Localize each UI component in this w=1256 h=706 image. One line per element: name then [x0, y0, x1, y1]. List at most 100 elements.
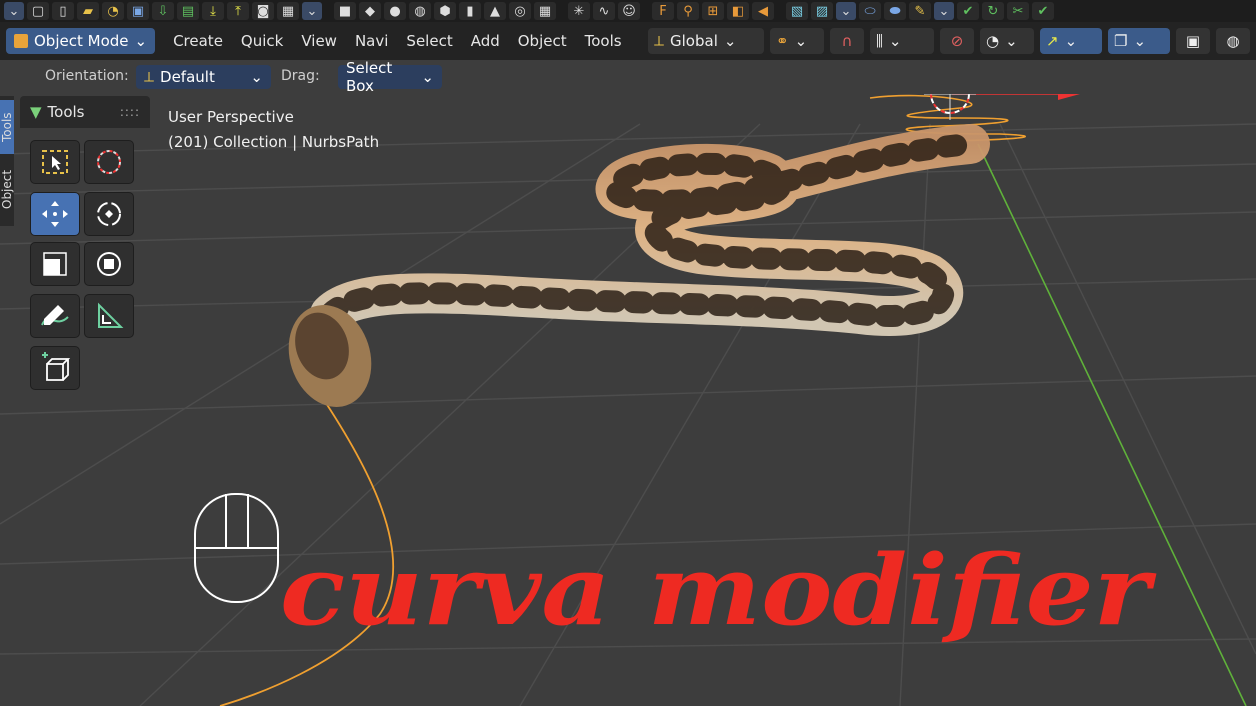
tool-annotate[interactable] — [30, 294, 80, 338]
tools-panel-header[interactable]: ▼ Tools :::: — [20, 96, 150, 128]
orientation-value: Default — [160, 68, 215, 86]
menu-quick[interactable]: Quick — [241, 32, 283, 50]
reference-image-icon[interactable]: ▨ — [811, 2, 833, 20]
import-icon[interactable]: ⤓ — [202, 2, 224, 20]
chevron-down-icon: ⌄ — [421, 68, 434, 86]
folder-icon[interactable]: ▰ — [77, 2, 99, 20]
ico-sphere-icon[interactable]: ⬢ — [434, 2, 456, 20]
snap-target-dropdown[interactable]: ⫼ ⌄ — [870, 28, 934, 54]
menu-navi[interactable]: Navi — [355, 32, 388, 50]
tab-object[interactable]: Object — [0, 160, 14, 218]
cylinder-icon[interactable]: ▮ — [459, 2, 481, 20]
scissors-icon[interactable]: ✂ — [1007, 2, 1029, 20]
cube-icon — [14, 34, 28, 48]
plane-icon[interactable]: ■ — [334, 2, 356, 20]
tool-transform[interactable] — [84, 242, 134, 286]
curve-icon[interactable]: ∿ — [593, 2, 615, 20]
dropdown-icon[interactable]: ⌄ — [302, 2, 322, 20]
tool-settings-bar: Orientation: ⟂ Default ⌄ Drag: Select Bo… — [0, 59, 1256, 95]
file-icon[interactable]: ▯ — [52, 2, 74, 20]
grid-icon[interactable]: ▦ — [534, 2, 556, 20]
pivot-point-dropdown[interactable]: ⚭ ⌄ — [770, 28, 824, 54]
lattice-icon[interactable]: ⊞ — [702, 2, 724, 20]
scale-icon — [43, 252, 67, 276]
drag-dropdown[interactable]: Select Box ⌄ — [338, 59, 442, 95]
dropdown-icon[interactable]: ⌄ — [4, 2, 24, 20]
transform-icon — [97, 252, 121, 276]
tools-panel-title: Tools — [47, 103, 85, 121]
menu-create[interactable]: Create — [173, 32, 223, 50]
chevron-down-icon: ⌄ — [794, 32, 808, 50]
transform-orientation-dropdown[interactable]: ⟂ Global ⌄ — [648, 28, 764, 54]
menu-object[interactable]: Object — [518, 32, 567, 50]
image-icon[interactable]: ▧ — [786, 2, 808, 20]
tool-measure[interactable] — [84, 294, 134, 338]
refresh-icon[interactable]: ↻ — [982, 2, 1004, 20]
cursor-icon — [97, 150, 121, 174]
wireframe-shading-button[interactable]: ◍ — [1216, 28, 1250, 54]
menu-tools[interactable]: Tools — [585, 32, 622, 50]
object-mode-dropdown[interactable]: Object Mode ⌄ — [6, 28, 156, 54]
force-field-icon[interactable]: ⬬ — [884, 2, 906, 20]
chevron-down-icon: ⌄ — [1005, 32, 1018, 50]
armature-icon[interactable]: ⚲ — [677, 2, 699, 20]
snap-icon[interactable]: ✔ — [957, 2, 979, 20]
dropdown-icon[interactable]: ⌄ — [836, 2, 856, 20]
render-animation-icon[interactable]: ▦ — [277, 2, 299, 20]
proportional-icon: ⊘ — [950, 32, 964, 50]
cone-icon[interactable]: ▲ — [484, 2, 506, 20]
text-icon[interactable]: F — [652, 2, 674, 20]
tool-rotate[interactable] — [84, 192, 134, 236]
light-probe-icon[interactable]: ⬭ — [859, 2, 881, 20]
monkey-icon[interactable]: ☺ — [618, 2, 640, 20]
tool-move[interactable] — [30, 192, 80, 236]
uv-sphere-icon[interactable]: ◍ — [409, 2, 431, 20]
export-icon[interactable]: ⤒ — [227, 2, 249, 20]
snap-toggle[interactable]: ∩ — [830, 28, 864, 54]
grip-icon[interactable]: :::: — [120, 105, 140, 119]
tab-tools[interactable]: Tools — [0, 100, 14, 154]
tool-cursor[interactable] — [84, 140, 134, 184]
chevron-down-icon: ⌄ — [1064, 32, 1078, 50]
tool-add-cube[interactable] — [30, 346, 80, 390]
save-as-icon[interactable]: ⇩ — [152, 2, 174, 20]
render-image-icon[interactable]: ◙ — [252, 2, 274, 20]
gizmo-dropdown[interactable]: ↗ ⌄ — [1040, 28, 1102, 54]
viewport-3d[interactable]: curva modifier — [0, 94, 1256, 706]
speaker-icon[interactable]: ◀ — [752, 2, 774, 20]
torus-icon[interactable]: ◎ — [509, 2, 531, 20]
drag-label: Drag: — [281, 68, 320, 84]
overlays-dropdown[interactable]: ❐ ⌄ — [1108, 28, 1170, 54]
dropdown-icon[interactable]: ⌄ — [934, 2, 954, 20]
orientation-label: Orientation: — [45, 68, 129, 84]
empty-icon[interactable]: ✳ — [568, 2, 590, 20]
new-file-icon[interactable]: ▢ — [27, 2, 49, 20]
measure-icon — [98, 302, 124, 328]
save-icon[interactable]: ▣ — [127, 2, 149, 20]
eye-icon: ◔ — [986, 32, 1000, 50]
triangle-down-icon: ▼ — [30, 103, 42, 121]
save-copy-icon[interactable]: ▤ — [177, 2, 199, 20]
brush-icon[interactable]: ✎ — [909, 2, 931, 20]
circle-icon[interactable]: ● — [384, 2, 406, 20]
apply-icon[interactable]: ✔ — [1032, 2, 1054, 20]
tool-select-box[interactable] — [30, 140, 80, 184]
menu-view[interactable]: View — [301, 32, 337, 50]
pivot-icon: ⚭ — [776, 32, 789, 50]
visibility-dropdown[interactable]: ◔ ⌄ — [980, 28, 1034, 54]
camera-icon[interactable]: ◧ — [727, 2, 749, 20]
cube-icon[interactable]: ◆ — [359, 2, 381, 20]
tool-scale[interactable] — [30, 242, 80, 286]
increment-icon: ⫼ — [876, 32, 883, 50]
menu-select[interactable]: Select — [406, 32, 452, 50]
proportional-editing-toggle[interactable]: ⊘ — [940, 28, 974, 54]
axes-icon: ⟂ — [654, 32, 665, 50]
xray-toggle[interactable]: ▣ — [1176, 28, 1210, 54]
menu-add[interactable]: Add — [471, 32, 500, 50]
recent-icon[interactable]: ◔ — [102, 2, 124, 20]
orientation-dropdown[interactable]: ⟂ Default ⌄ — [136, 65, 271, 89]
axes-icon: ⟂ — [144, 68, 155, 86]
orientation-label: Global — [670, 32, 718, 50]
move-icon — [42, 201, 68, 227]
icon-toolbar: ⌄ ▢ ▯ ▰ ◔ ▣ ⇩ ▤ ⤓ ⤒ ◙ ▦ ⌄ ■ ◆ ● ◍ ⬢ ▮ ▲ … — [0, 0, 1256, 22]
